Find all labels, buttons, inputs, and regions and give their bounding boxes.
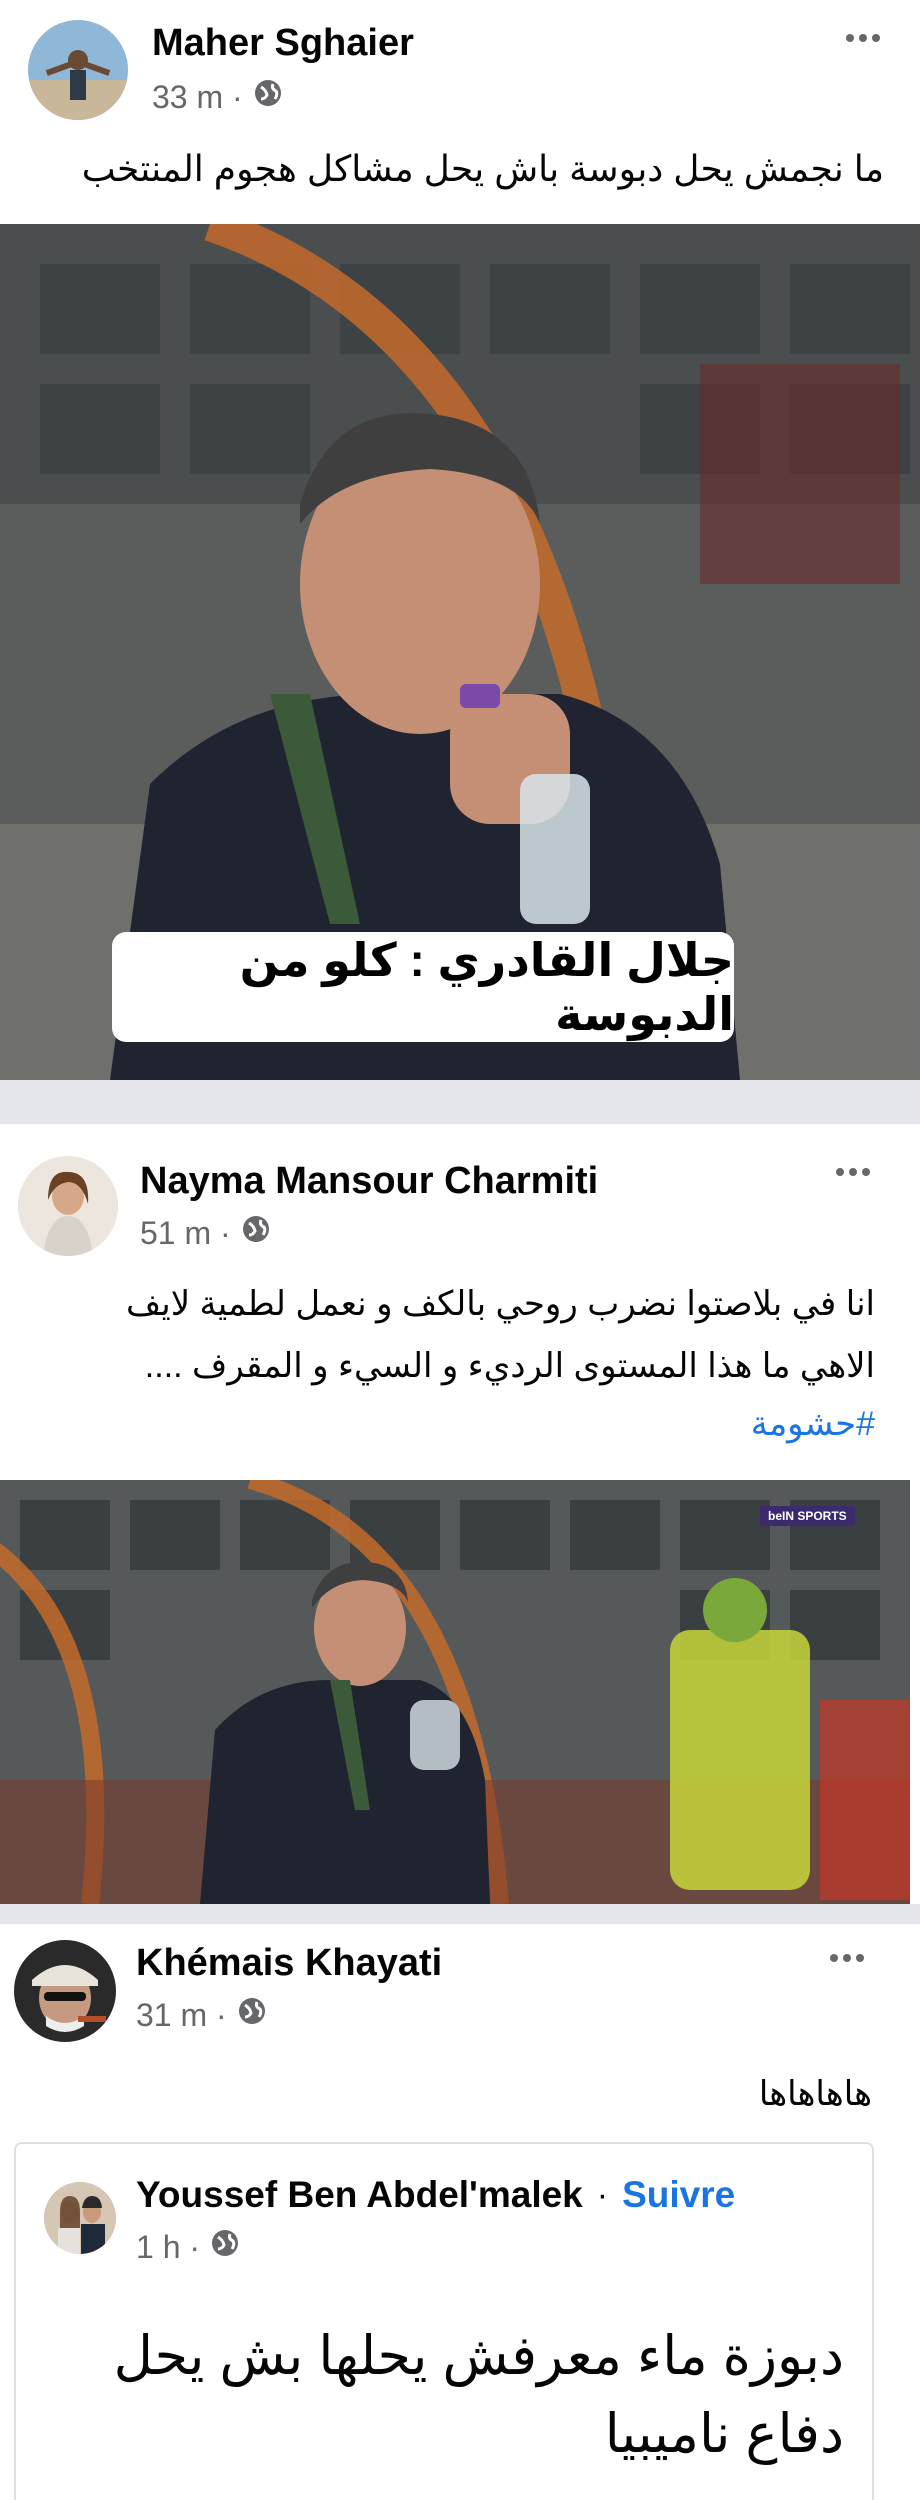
hashtag-link[interactable]: #حشومة <box>475 1404 875 1444</box>
globe-icon <box>241 1214 271 1252</box>
shared-post-card[interactable]: Youssef Ben Abdel'malek · Suivre 1 h · د… <box>14 2142 874 2500</box>
shared-post-text-line-1: دبوزة ماء معرفش يحلها بش يحل <box>113 2326 844 2386</box>
shared-post-meta: 1 h · <box>136 2228 240 2266</box>
author-name[interactable]: Nayma Mansour Charmiti <box>140 1160 598 1203</box>
author-name[interactable]: Khémais Khayati <box>136 1942 442 1985</box>
more-options-icon[interactable] <box>836 1168 870 1176</box>
timestamp[interactable]: 33 m · <box>152 79 243 116</box>
author-avatar[interactable] <box>18 1156 118 1256</box>
follow-button[interactable]: Suivre <box>622 2174 735 2216</box>
shared-author-name[interactable]: Youssef Ben Abdel'malek <box>136 2174 583 2216</box>
coach-photo-illustration <box>0 1480 910 1904</box>
post-divider <box>0 1080 920 1124</box>
post-3: Khémais Khayati 31 m · هاهاهاها Youssef … <box>0 1924 920 2500</box>
more-options-icon[interactable] <box>830 1954 864 1962</box>
timestamp[interactable]: 31 m · <box>136 1997 227 2034</box>
post-text-line-1: انا في بلاصتوا نضرب روحي بالكف و نعمل لط… <box>126 1285 875 1323</box>
globe-icon <box>210 2228 240 2266</box>
author-name[interactable]: Maher Sghaier <box>152 22 414 65</box>
image-caption: جلال القادري : كلو من الدبوسة <box>239 934 734 1040</box>
post-text: هاهاهاها <box>758 2075 872 2113</box>
broadcast-badge: beIN SPORTS <box>760 1506 855 1526</box>
post-meta: 33 m · <box>152 78 283 116</box>
timestamp[interactable]: 1 h · <box>136 2229 200 2266</box>
author-avatar[interactable] <box>28 20 128 120</box>
shared-author-row: Youssef Ben Abdel'malek · Suivre <box>136 2174 735 2216</box>
globe-icon <box>237 1996 267 2034</box>
image-caption-box: جلال القادري : كلو من الدبوسة <box>112 932 734 1042</box>
post-meta: 31 m · <box>136 1996 267 2034</box>
post-photo[interactable]: جلال القادري : كلو من الدبوسة <box>0 224 920 1080</box>
post-2: Nayma Mansour Charmiti 51 m · انا في بلا… <box>0 1124 920 1904</box>
post-meta: 51 m · <box>140 1214 271 1252</box>
timestamp[interactable]: 51 m · <box>140 1215 231 1252</box>
shared-author-avatar[interactable] <box>44 2182 116 2254</box>
globe-icon <box>253 78 283 116</box>
author-avatar[interactable] <box>14 1940 116 2042</box>
more-options-icon[interactable] <box>846 34 880 42</box>
shared-post-text-line-2: دفاع ناميبيا <box>604 2404 844 2464</box>
post-divider <box>0 1904 920 1924</box>
post-text-line-2: الاهي ما هذا المستوى الرديء و السيء و ال… <box>144 1347 875 1385</box>
post-photo[interactable]: beIN SPORTS <box>0 1480 910 1904</box>
post-1: Maher Sghaier 33 m · ما نجمش يحل دبوسة ب… <box>0 0 920 1080</box>
post-text: ما نجمش يحل دبوسة باش يحل مشاكل هجوم الم… <box>81 148 884 189</box>
separator-dot: · <box>596 2175 609 2214</box>
